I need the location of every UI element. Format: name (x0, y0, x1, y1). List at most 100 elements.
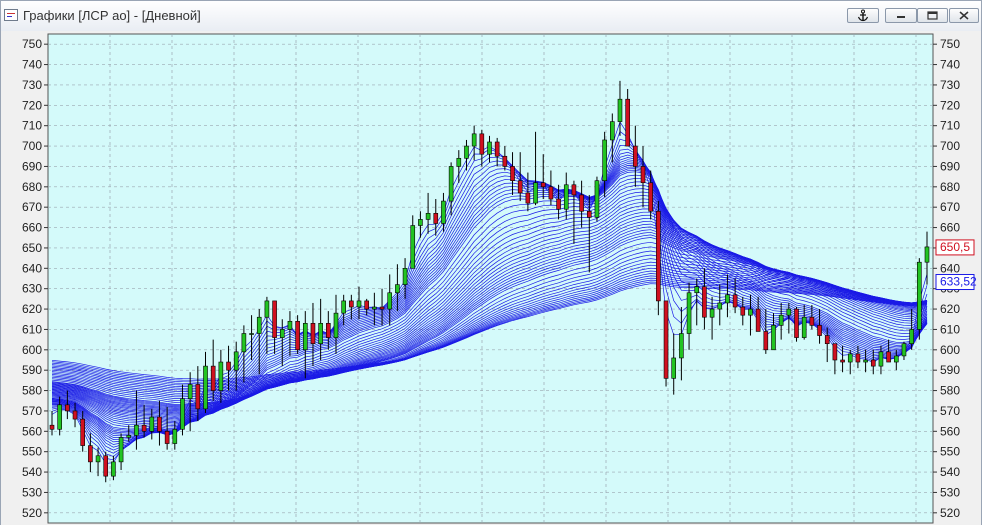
window-title: Графики [ЛСР ао] - [Дневной] (23, 8, 201, 23)
candle-body (180, 398, 185, 430)
tick-label-right: 540 (940, 465, 960, 479)
candle-body (824, 335, 830, 344)
last-price-label-text: 650,5 (940, 240, 970, 254)
candle-body (410, 225, 416, 269)
candle-body (349, 300, 354, 308)
candle-body (517, 180, 523, 194)
candle-body (256, 316, 262, 334)
candle-body (172, 428, 178, 444)
tick-label-left: 740 (22, 58, 42, 72)
tick-label-right: 740 (940, 58, 960, 72)
title-bar[interactable]: Графики [ЛСР ао] - [Дневной] (1, 1, 981, 32)
candle-body (494, 141, 500, 157)
tick-label-left: 570 (22, 404, 42, 418)
candle-body (141, 424, 147, 432)
candle-body (909, 329, 914, 344)
candle-body (817, 325, 822, 336)
minimize-button[interactable] (885, 8, 917, 23)
candle (656, 201, 661, 316)
candle-body (924, 246, 930, 263)
tick-label-left: 750 (22, 37, 42, 51)
tick-label-left: 610 (22, 322, 42, 336)
anchor-button[interactable] (847, 8, 879, 23)
candle-body (617, 98, 623, 122)
minimize-icon (897, 16, 905, 18)
candle-body (686, 292, 692, 334)
candle-body (134, 424, 139, 436)
candle-body (464, 145, 469, 159)
candle-body (57, 404, 62, 430)
candle-body (226, 361, 231, 371)
last-price-label: 650,5 (935, 239, 975, 256)
candle-body (663, 300, 669, 379)
candle-body (210, 365, 216, 391)
candle-body (157, 416, 162, 432)
chart-app-icon (4, 9, 18, 21)
candle-body (502, 155, 508, 167)
candle-body (548, 186, 554, 200)
candle-body (302, 323, 308, 351)
candle (663, 300, 669, 387)
candle-body (640, 166, 646, 184)
close-button[interactable] (949, 8, 979, 23)
candle-body (441, 200, 446, 224)
candle-body (80, 418, 86, 446)
candle-body (88, 445, 93, 463)
tick-label-left: 710 (22, 119, 42, 133)
candle-body (203, 365, 208, 410)
candle-body (356, 300, 362, 308)
ma-price-label-text: 633,52 (940, 275, 977, 289)
candle-body (479, 133, 485, 155)
candle-body (65, 404, 70, 412)
candle-body (387, 292, 393, 310)
tick-label-left: 650 (22, 241, 42, 255)
candle-body (333, 312, 339, 338)
candle-body (249, 333, 254, 335)
tick-label-right: 700 (940, 139, 960, 153)
candle-body (418, 219, 423, 226)
candle-body (287, 320, 293, 330)
tick-label-right: 570 (940, 404, 960, 418)
candle-body (279, 329, 285, 338)
candle-body (310, 323, 316, 345)
candle-body (656, 210, 661, 302)
candle-body (633, 145, 638, 167)
chart-area[interactable]: 520 520 530 530 540 540 550 550 560 560 570 570 580 5… (1, 31, 981, 525)
tick-label-left: 580 (22, 384, 42, 398)
candle-body (533, 182, 538, 204)
tick-label-left: 620 (22, 302, 42, 316)
candle-body (740, 306, 746, 316)
tick-label-right: 520 (940, 506, 960, 520)
anchor-icon (857, 9, 869, 22)
candle-body (111, 461, 116, 477)
tick-label-right: 750 (940, 37, 960, 51)
candle-body (893, 355, 899, 363)
tick-label-left: 590 (22, 363, 42, 377)
chart-window: Графики [ЛСР ао] - [Дневной] 520 520 530… (0, 0, 982, 525)
candle-body (118, 437, 124, 463)
candle-body (402, 268, 408, 285)
candle-body (855, 353, 861, 363)
candle-body (318, 323, 323, 345)
candle-body (563, 184, 569, 210)
tick-label-left: 640 (22, 261, 42, 275)
restore-button[interactable] (917, 8, 948, 23)
candle-body (433, 213, 439, 224)
candle-body (602, 139, 607, 181)
tick-label-right: 730 (940, 78, 960, 92)
candle-body (832, 343, 838, 361)
candle-body (886, 351, 891, 363)
candlestick-chart[interactable]: 520 520 530 530 540 540 550 550 560 560 570 570 580 5… (1, 31, 981, 525)
tick-label-right: 660 (940, 221, 960, 235)
candle-body (847, 353, 853, 363)
candle-body (72, 410, 78, 420)
candle-body (594, 180, 600, 218)
candle (917, 258, 922, 340)
candle-body (487, 141, 492, 155)
candle-body (794, 308, 799, 338)
tick-label-right: 560 (940, 424, 960, 438)
tick-label-right: 720 (940, 98, 960, 112)
tick-label-left: 550 (22, 445, 42, 459)
tick-label-right: 670 (940, 200, 960, 214)
candle-body (395, 284, 400, 294)
